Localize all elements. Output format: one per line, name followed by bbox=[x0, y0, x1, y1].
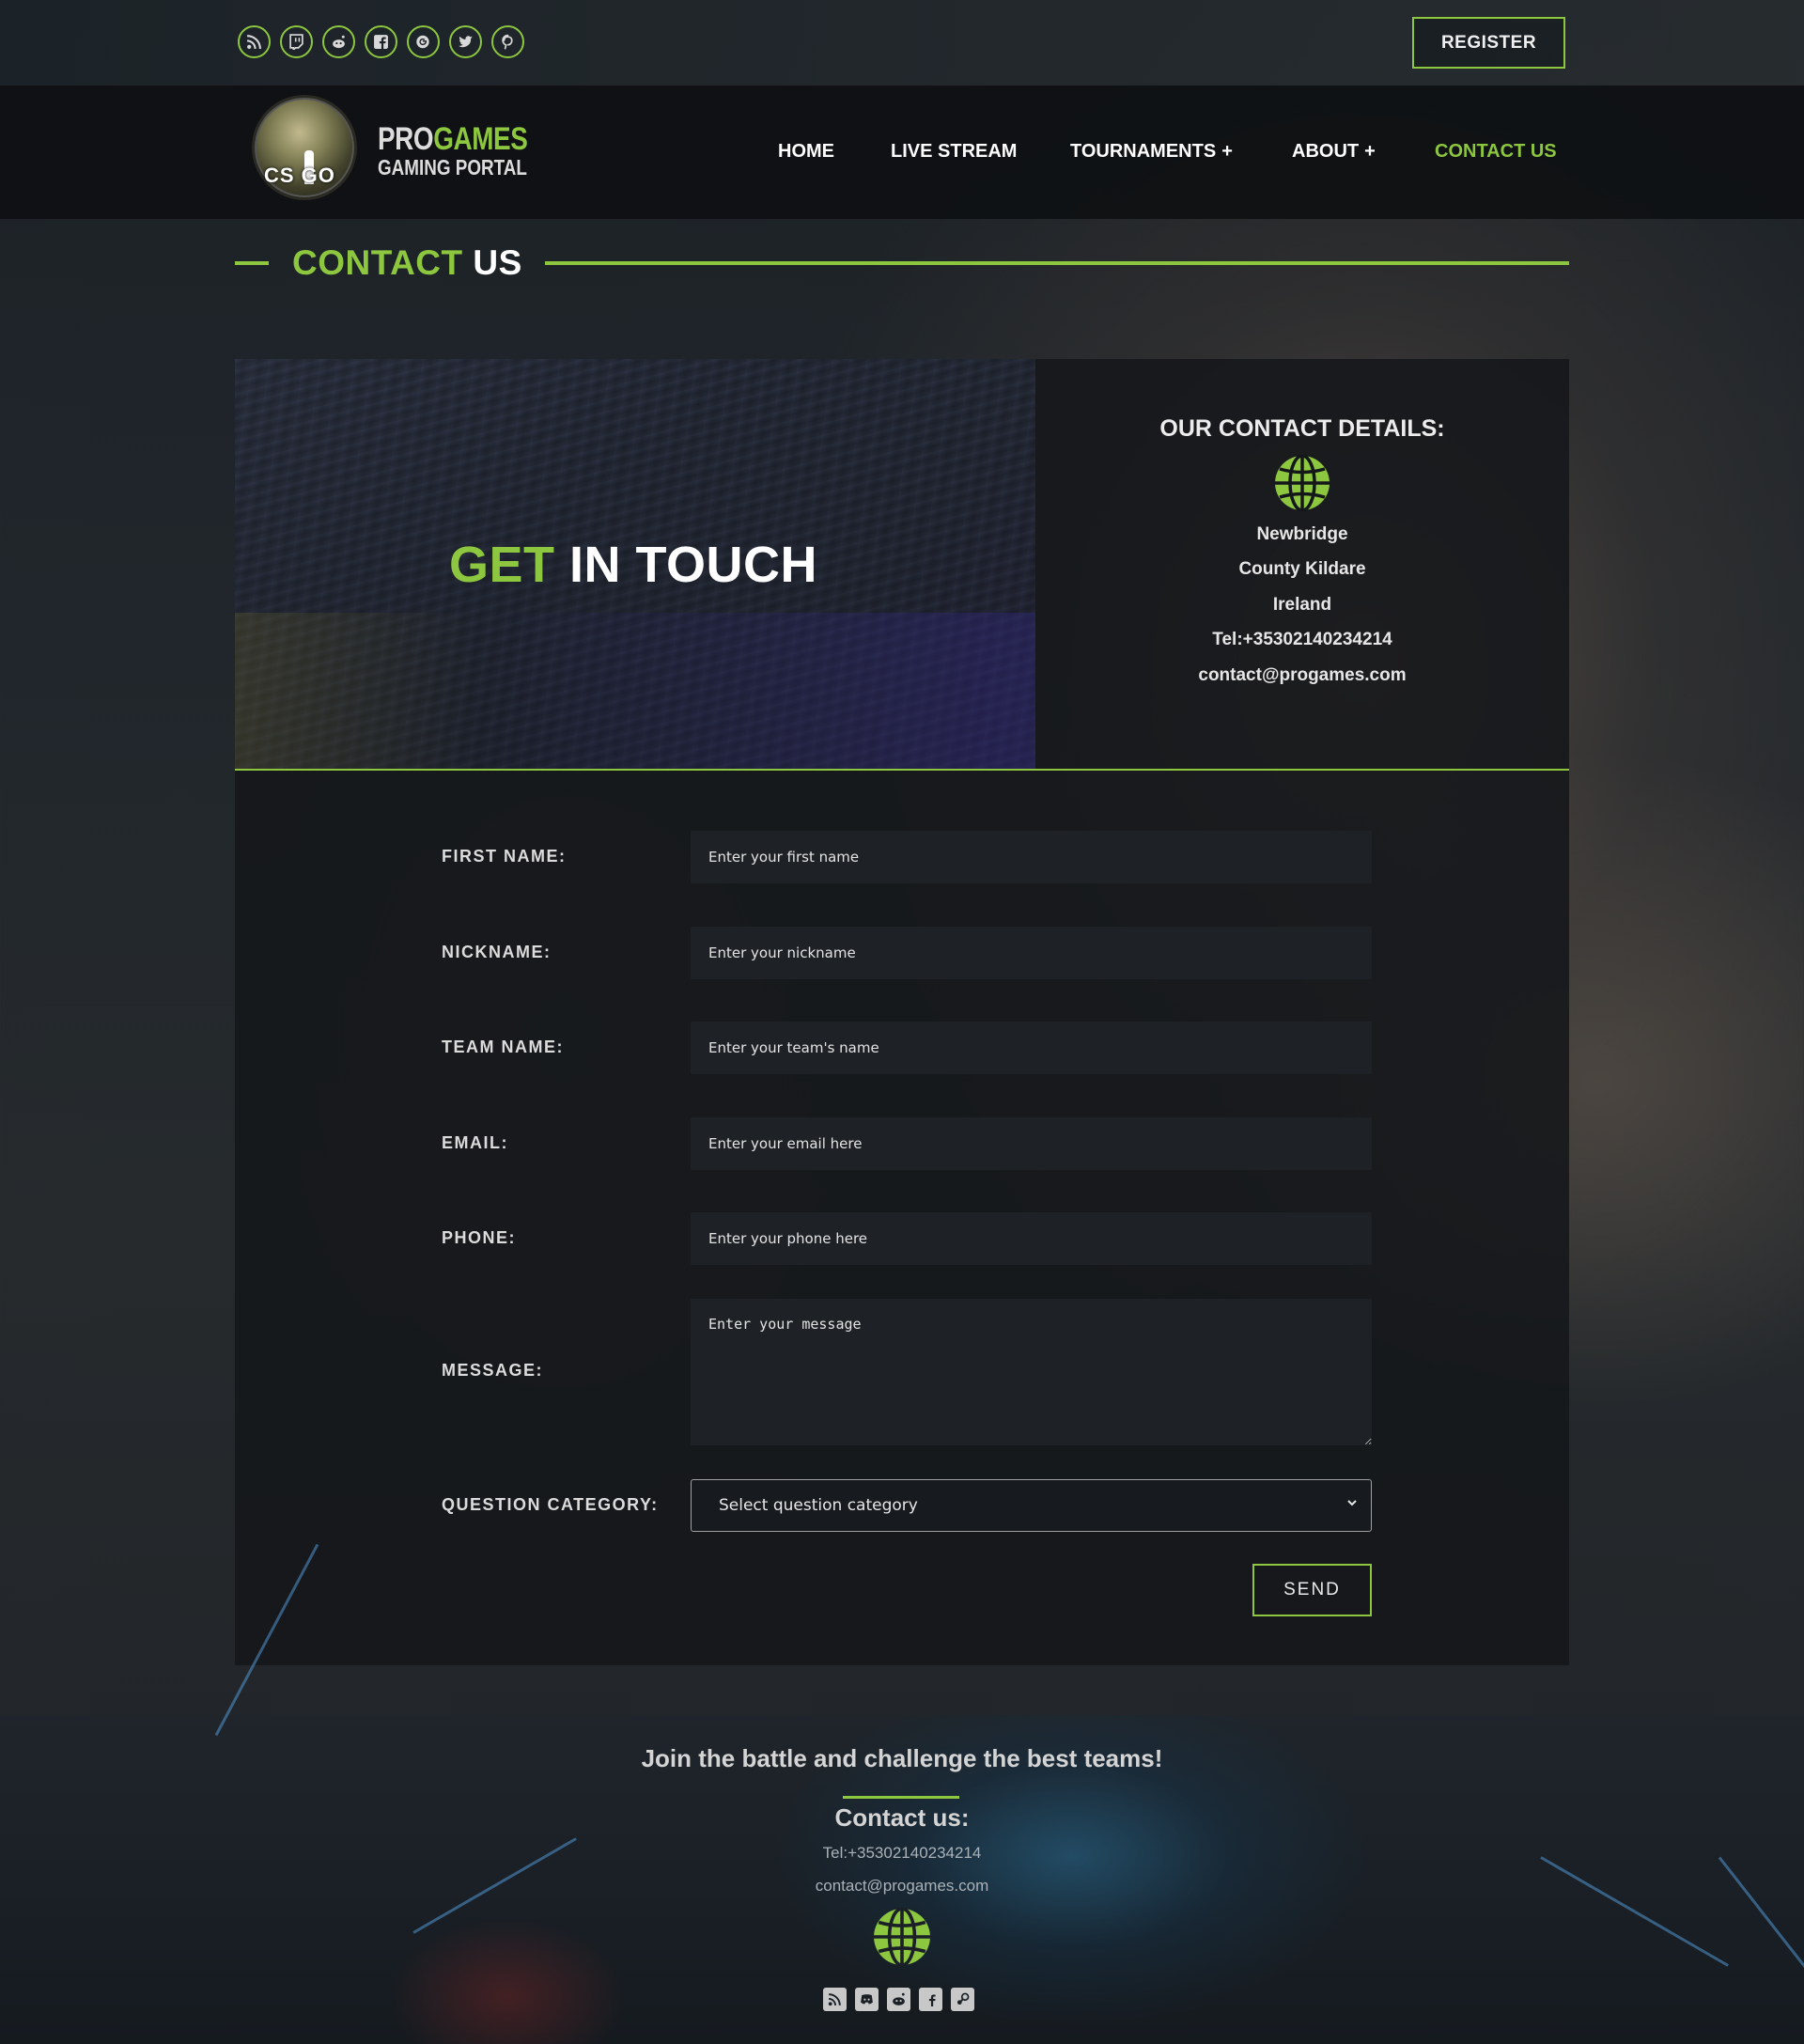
footer-contact-heading: Contact us: bbox=[834, 1803, 970, 1832]
question-category-selected: Select question category bbox=[719, 1496, 918, 1515]
first-name-label: FIRST NAME: bbox=[442, 847, 567, 866]
logo-name: PROGAMES bbox=[378, 121, 528, 157]
top-bar: REGISTER bbox=[0, 0, 1804, 86]
nav-item-tournaments[interactable]: TOURNAMENTS + bbox=[1070, 141, 1233, 163]
facebook-icon[interactable] bbox=[919, 1988, 942, 2011]
contact-address-county: County Kildare bbox=[1238, 559, 1366, 579]
social-links-footer bbox=[823, 1988, 974, 2011]
logo-tagline: GAMING PORTAL bbox=[378, 155, 527, 179]
message-label: MESSAGE: bbox=[442, 1361, 544, 1380]
steam-icon[interactable] bbox=[951, 1988, 974, 2011]
nav-item-contact-us[interactable]: CONTACT US bbox=[1435, 141, 1557, 163]
csgo-logo-badge[interactable]: CS GO bbox=[252, 95, 357, 200]
submenu-plus-icon: + bbox=[1221, 141, 1233, 162]
register-button[interactable]: REGISTER bbox=[1412, 17, 1565, 69]
contact-address-town: Newbridge bbox=[1256, 524, 1348, 544]
globe-icon bbox=[1275, 455, 1330, 511]
chevron-down-icon bbox=[1347, 1500, 1357, 1506]
email-label: EMAIL: bbox=[442, 1133, 508, 1152]
contact-details-title: OUR CONTACT DETAILS: bbox=[1159, 415, 1445, 442]
google-plus-icon[interactable] bbox=[407, 25, 440, 58]
contact-email[interactable]: contact@progames.com bbox=[1035, 665, 1569, 686]
question-category-label: QUESTION CATEGORY: bbox=[442, 1495, 659, 1514]
reddit-icon[interactable] bbox=[887, 1988, 910, 2011]
social-links-top bbox=[238, 25, 524, 58]
page-title-row: CONTACT US bbox=[235, 240, 1569, 287]
footer-bg-light-streak bbox=[1540, 1856, 1729, 1967]
hero-image-lan-event: GET IN TOUCH bbox=[235, 359, 1035, 769]
main-navigation-bar: CS GO PROGAMES GAMING PORTAL HOME LIVE S… bbox=[0, 86, 1804, 219]
first-name-input[interactable] bbox=[691, 831, 1372, 883]
page-title: CONTACT US bbox=[292, 243, 522, 282]
site-logo-text[interactable]: PROGAMES GAMING PORTAL bbox=[378, 123, 560, 179]
footer-bg-light-streak bbox=[1718, 1856, 1804, 1970]
contact-address-country: Ireland bbox=[1272, 595, 1332, 615]
phone-label: PHONE: bbox=[442, 1228, 517, 1247]
contact-details: OUR CONTACT DETAILS: Newbridge County Ki… bbox=[1035, 359, 1569, 769]
phone-input[interactable] bbox=[691, 1212, 1372, 1265]
discord-icon[interactable] bbox=[855, 1988, 879, 2011]
team-name-label: TEAM NAME: bbox=[442, 1038, 564, 1056]
footer-phone: Tel:+35302140234214 bbox=[822, 1844, 982, 1862]
send-button[interactable]: SEND bbox=[1252, 1564, 1372, 1616]
nav-item-live-stream[interactable]: LIVE STREAM bbox=[891, 141, 1017, 163]
panel-divider bbox=[235, 769, 1569, 771]
contact-panel: GET IN TOUCH OUR CONTACT DETAILS: Newbri… bbox=[235, 359, 1569, 1665]
submenu-plus-icon: + bbox=[1364, 141, 1376, 162]
footer-heading: Join the battle and challenge the best t… bbox=[641, 1744, 1163, 1772]
message-textarea[interactable] bbox=[691, 1299, 1372, 1445]
footer-email[interactable]: contact@progames.com bbox=[0, 1877, 1804, 1896]
pinterest-icon[interactable] bbox=[491, 25, 524, 58]
footer: Join the battle and challenge the best t… bbox=[0, 1543, 1804, 2044]
nickname-input[interactable] bbox=[691, 927, 1372, 979]
hero-image-overlay bbox=[235, 613, 1035, 769]
logo-badge-text: CS GO bbox=[264, 164, 335, 187]
email-input[interactable] bbox=[691, 1117, 1372, 1170]
hero-title: GET IN TOUCH bbox=[449, 537, 818, 593]
reddit-icon[interactable] bbox=[322, 25, 355, 58]
twitch-icon[interactable] bbox=[280, 25, 313, 58]
rss-icon[interactable] bbox=[823, 1988, 847, 2011]
team-name-input[interactable] bbox=[691, 1022, 1372, 1074]
title-right-rule bbox=[545, 261, 1569, 265]
facebook-icon[interactable] bbox=[365, 25, 397, 58]
footer-rule bbox=[843, 1796, 959, 1799]
contact-phone: Tel:+35302140234214 bbox=[1212, 630, 1392, 649]
nav-item-home[interactable]: HOME bbox=[778, 141, 834, 163]
nickname-label: NICKNAME: bbox=[442, 943, 552, 961]
rss-icon[interactable] bbox=[238, 25, 271, 58]
twitter-icon[interactable] bbox=[449, 25, 482, 58]
title-left-rule bbox=[235, 261, 269, 265]
nav-item-about[interactable]: ABOUT + bbox=[1292, 141, 1376, 163]
globe-icon bbox=[874, 1908, 930, 1966]
question-category-select[interactable]: Select question category bbox=[691, 1479, 1372, 1532]
